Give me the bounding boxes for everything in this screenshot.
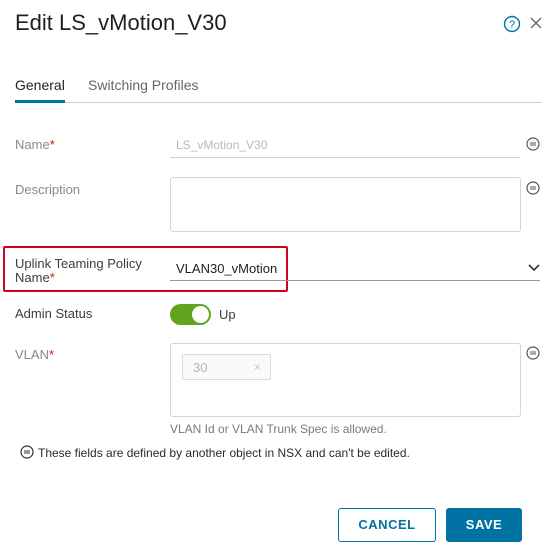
close-icon[interactable]: [528, 15, 544, 31]
note-text: These fields are defined by another obje…: [38, 446, 410, 460]
tab-general[interactable]: General: [15, 77, 65, 103]
uplink-teaming-policy-value: VLAN30_vMotion: [176, 261, 278, 276]
admin-status-label: Admin Status: [15, 306, 93, 321]
vlan-helper-text: VLAN Id or VLAN Trunk Spec is allowed.: [170, 422, 387, 436]
description-label: Description: [15, 182, 81, 197]
cancel-button[interactable]: CANCEL: [338, 508, 436, 542]
vlan-chip-value: 30: [193, 360, 208, 375]
uplink-teaming-policy-select[interactable]: VLAN30_vMotion: [170, 255, 540, 281]
admin-status-value: Up: [219, 307, 236, 322]
admin-status-toggle[interactable]: [170, 304, 211, 325]
uplink-teaming-policy-label: Uplink Teaming Policy Name*: [15, 256, 142, 285]
minus-circle-icon: [526, 181, 540, 195]
vlan-label: VLAN*: [15, 347, 55, 362]
save-button[interactable]: SAVE: [446, 508, 522, 542]
minus-circle-icon: [526, 137, 540, 151]
svg-text:?: ?: [509, 19, 515, 31]
toggle-knob: [192, 306, 209, 323]
page-title: Edit LS_vMotion_V30: [15, 10, 227, 35]
minus-circle-icon: [20, 445, 34, 459]
name-field: LS_vMotion_V30: [170, 133, 520, 158]
minus-circle-icon: [526, 346, 540, 360]
vlan-field: 30 ×: [170, 343, 521, 417]
read-only-note: These fields are defined by another obje…: [20, 445, 410, 460]
tab-bar: General Switching Profiles: [15, 75, 542, 103]
tab-switching-profiles[interactable]: Switching Profiles: [88, 77, 199, 103]
vlan-chip: 30 ×: [182, 354, 271, 380]
help-circle-icon[interactable]: ?: [503, 15, 521, 33]
chip-remove-icon: ×: [253, 360, 261, 374]
name-label: Name*: [15, 137, 55, 152]
chevron-down-icon[interactable]: [528, 263, 540, 273]
description-field: [170, 177, 521, 232]
